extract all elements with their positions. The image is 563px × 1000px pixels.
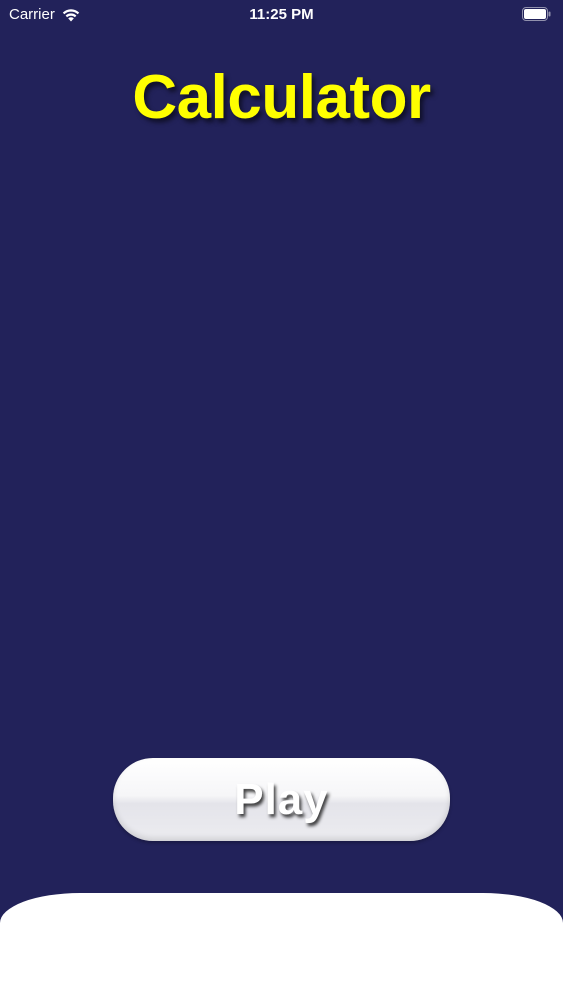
bottom-panel: [0, 893, 563, 1000]
play-button-label: Play: [234, 774, 329, 824]
app-screen: Carrier 11:25 PM Calculator Play: [0, 0, 563, 1000]
status-time: 11:25 PM: [249, 6, 314, 23]
app-title: Calculator: [132, 63, 431, 132]
battery-icon: [522, 7, 552, 21]
status-bar: Carrier 11:25 PM: [0, 0, 563, 30]
play-button[interactable]: Play: [113, 758, 450, 841]
